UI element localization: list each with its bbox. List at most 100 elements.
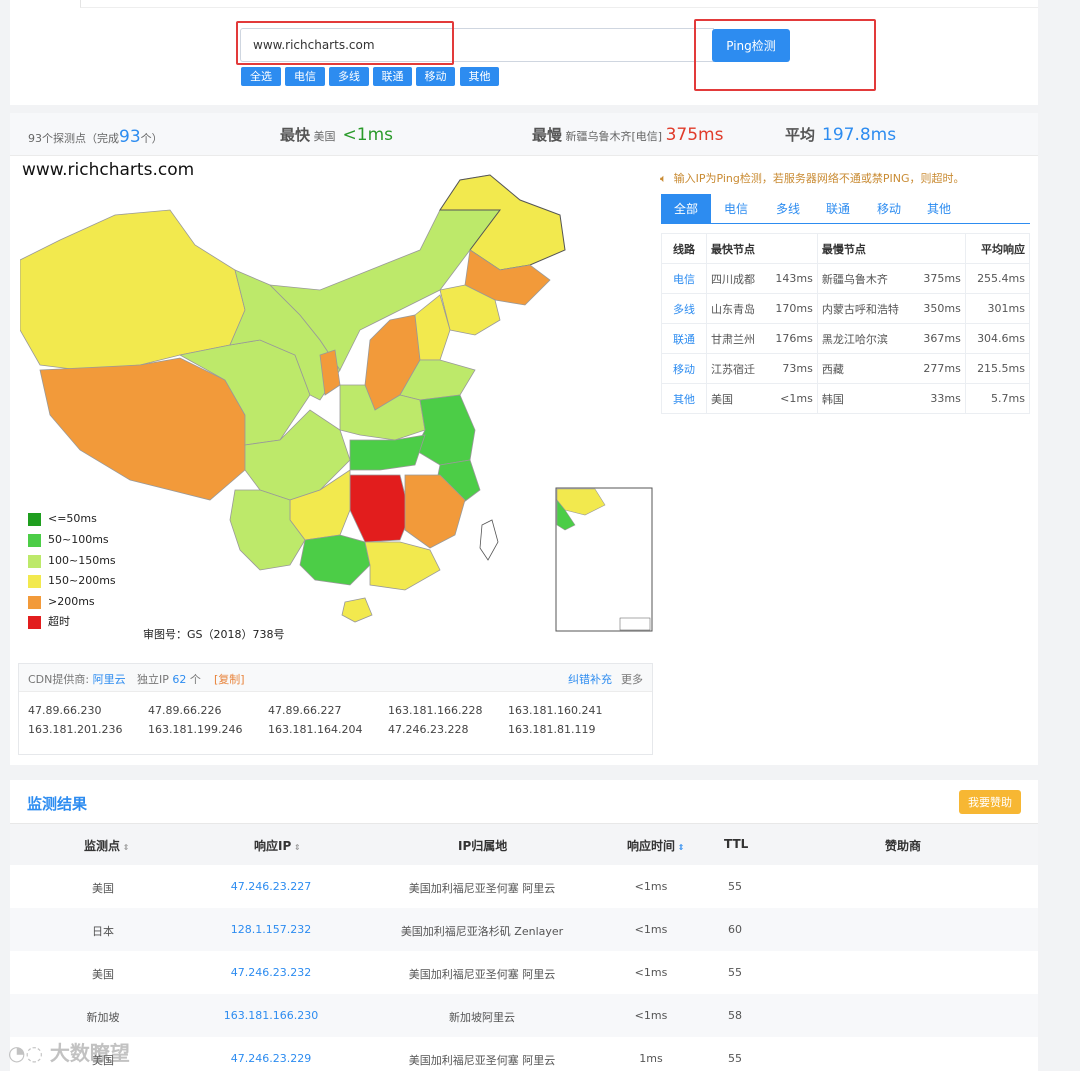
legend-swatch [28, 512, 41, 526]
region-tibet [39, 357, 246, 501]
response-ip[interactable]: 163.181.166.230 [224, 1009, 318, 1022]
table-row: 多线 山东青岛 170ms 内蒙古呼和浩特 350ms 301ms [661, 293, 1031, 324]
ttl: 55 [728, 966, 742, 979]
filter-mobile[interactable]: 移动 [416, 67, 455, 86]
fast-ms: 176ms [765, 323, 818, 354]
cdn-ip: 163.181.201.236 [28, 723, 123, 736]
response-ip[interactable]: 128.1.157.232 [231, 923, 311, 936]
line-summary-table: 线路 最快节点 最慢节点 平均响应 电信 四川成都 143ms 新疆乌鲁木齐 3… [661, 233, 1031, 414]
table-row: 移动 江苏宿迁 73ms 西藏 277ms 215.5ms [661, 353, 1031, 384]
ttl: 60 [728, 923, 742, 936]
region-taiwan [479, 519, 499, 561]
ttl: 55 [728, 1052, 742, 1065]
legend-item: <=50ms [28, 512, 97, 526]
fast-node: 甘肃兰州 [705, 323, 766, 354]
region-xinjiang [20, 209, 246, 371]
response-time: <1ms [634, 880, 668, 893]
legend-swatch [28, 574, 41, 588]
cdn-ip-count: 独立IP 62 个 [137, 673, 201, 686]
col-monitor-point[interactable]: 监测点 ⇕ [84, 837, 130, 854]
tab-telecom[interactable]: 电信 [711, 194, 761, 224]
tab-multiline[interactable]: 多线 [763, 194, 813, 224]
fast-ms: 73ms [765, 353, 818, 384]
fast-node: 江苏宿迁 [705, 353, 766, 384]
cdn-ip: 47.89.66.227 [268, 704, 342, 717]
line-name[interactable]: 移动 [661, 353, 707, 384]
filter-telecom[interactable]: 电信 [285, 67, 325, 86]
fast-node: 山东青岛 [705, 293, 766, 324]
slow-ms: 367ms [913, 323, 966, 354]
response-time: <1ms [634, 1009, 668, 1022]
col-ttl: TTL [724, 837, 749, 851]
slow-ms: 277ms [913, 353, 966, 384]
col-response-ip[interactable]: 响应IP ⇕ [254, 837, 301, 854]
tab-all[interactable]: 全部 [661, 194, 711, 224]
cdn-ip: 47.89.66.226 [148, 704, 222, 717]
response-ip[interactable]: 47.246.23.229 [231, 1052, 311, 1065]
monitor-point: 美国 [92, 882, 114, 895]
top-strip [80, 0, 1038, 8]
speaker-icon: 🔈︎ [660, 172, 667, 185]
line-name[interactable]: 多线 [661, 293, 707, 324]
region-hunan [349, 474, 411, 543]
monitor-point: 新加坡 [86, 1011, 120, 1024]
legend-item: 超时 [28, 615, 70, 629]
cdn-ip: 47.89.66.230 [28, 704, 102, 717]
sponsor-button[interactable]: 我要赞助 [959, 790, 1021, 814]
slow-ms: 33ms [913, 383, 966, 414]
legend-item: 150~200ms [28, 574, 116, 588]
watermark: ◔◌ 大数瞭望 [8, 1041, 130, 1065]
slow-ms: 350ms [913, 293, 966, 324]
legend-swatch [28, 615, 41, 629]
ping-button[interactable]: Ping检测 [712, 29, 790, 62]
slow-node: 西藏 [816, 353, 914, 384]
response-ip[interactable]: 47.246.23.227 [231, 880, 311, 893]
table-header-row: 线路 最快节点 最慢节点 平均响应 [661, 233, 1031, 264]
region-guangxi [299, 534, 371, 586]
notice: 🔈︎ 输入IP为Ping检测，若服务器网络不通或禁PING，则超时。 [660, 172, 965, 185]
slow-node: 韩国 [816, 383, 914, 414]
ttl: 58 [728, 1009, 742, 1022]
china-latency-map [20, 174, 653, 632]
cdn-ip: 163.181.164.204 [268, 723, 363, 736]
col-average: 平均响应 [964, 233, 1031, 264]
probe-count: 93个探测点（完成93个） [28, 127, 163, 147]
region-guangdong [364, 541, 441, 591]
col-ip-location: IP归属地 [458, 839, 508, 853]
fast-ms: 143ms [765, 263, 818, 294]
cdn-ip: 163.181.199.246 [148, 723, 243, 736]
copy-button[interactable]: [复制] [214, 671, 245, 687]
cdn-ip: 163.181.81.119 [508, 723, 596, 736]
slowest-stat: 最慢 新疆乌鲁木齐[电信] 375ms [532, 125, 724, 145]
table-row: 电信 四川成都 143ms 新疆乌鲁木齐 375ms 255.4ms [661, 263, 1031, 294]
fastest-stat: 最快 美国 <1ms [280, 125, 393, 145]
filter-all[interactable]: 全选 [241, 67, 281, 86]
response-ip[interactable]: 47.246.23.232 [231, 966, 311, 979]
line-name[interactable]: 其他 [661, 383, 707, 414]
ip-location: 新加坡阿里云 [449, 1011, 515, 1024]
filter-other[interactable]: 其他 [460, 67, 499, 86]
col-slowest: 最慢节点 [816, 233, 966, 264]
correction-link[interactable]: 纠错补充 [568, 671, 612, 687]
legend-item: 100~150ms [28, 554, 116, 568]
line-name[interactable]: 联通 [661, 323, 707, 354]
sort-icon: ⇕ [291, 843, 301, 852]
col-response-time[interactable]: 响应时间 ⇕ [627, 837, 685, 854]
tab-mobile[interactable]: 移动 [864, 194, 914, 224]
tab-unicom[interactable]: 联通 [813, 194, 863, 224]
slow-node: 内蒙古呼和浩特 [816, 293, 914, 324]
legend-item: 50~100ms [28, 533, 109, 547]
url-input[interactable] [240, 28, 714, 62]
line-name[interactable]: 电信 [661, 263, 707, 294]
fast-ms: 170ms [765, 293, 818, 324]
filter-unicom[interactable]: 联通 [373, 67, 412, 86]
tab-other[interactable]: 其他 [914, 194, 964, 224]
more-link[interactable]: 更多 [621, 671, 643, 687]
filter-multiline[interactable]: 多线 [329, 67, 369, 86]
results-header [10, 823, 1038, 865]
slow-node: 黑龙江哈尔滨 [816, 323, 914, 354]
avg-ms: 215.5ms [964, 353, 1031, 384]
sort-icon: ⇕ [120, 843, 130, 852]
table-row: 其他 美国 <1ms 韩国 33ms 5.7ms [661, 383, 1031, 414]
map-watermark: www.richcharts.com [22, 160, 195, 180]
